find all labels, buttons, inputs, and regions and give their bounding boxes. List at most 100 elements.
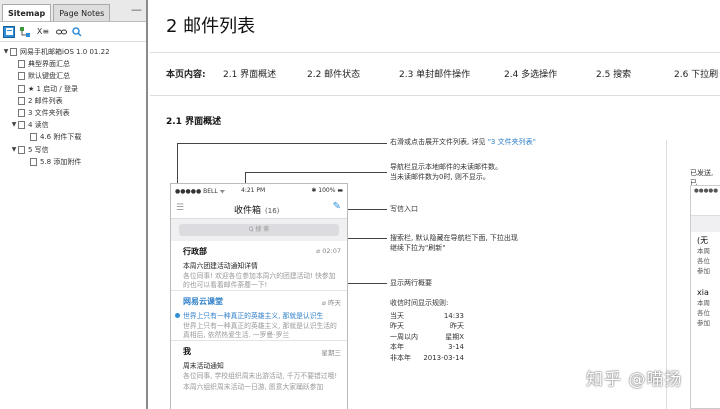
panel-tabs: Sitemap Page Notes — bbox=[0, 0, 146, 22]
attachment-icon: ⌀ bbox=[316, 247, 321, 255]
tree-node-label: 4 读信 bbox=[28, 121, 49, 130]
toggle-notes-button[interactable]: X≡ bbox=[35, 26, 51, 38]
expand-triangle-icon[interactable]: ▼ bbox=[10, 144, 18, 156]
menu-icon[interactable]: ☰ bbox=[176, 203, 186, 213]
nav-link-2-4[interactable]: 2.4 多选操作 bbox=[504, 67, 557, 80]
mail-subject: 周末活动通知 bbox=[183, 362, 224, 370]
unread-count: (16) bbox=[265, 207, 280, 215]
tree-node-label: 网易手机邮箱iOS 1.0 01.22 bbox=[20, 48, 110, 56]
prototype-viewer: Sitemap Page Notes — X≡ ▼ 网易手机邮箱iOS 1.0 0… bbox=[0, 0, 720, 409]
annotation-line bbox=[346, 209, 387, 210]
nav-link-2-2[interactable]: 2.2 邮件状态 bbox=[307, 67, 360, 80]
tree-node-label: ★ 1 启动 / 登录 bbox=[28, 84, 78, 93]
compose-icon[interactable]: ✎ bbox=[333, 201, 341, 212]
nav-link-2-6[interactable]: 2.6 下拉刷 bbox=[674, 67, 718, 80]
page-icon bbox=[30, 157, 37, 166]
tree-node-label: 默认键盘汇总 bbox=[28, 72, 70, 81]
tree-node-label: 5 写信 bbox=[28, 145, 49, 154]
tree-node[interactable]: 5.8 添加附件 bbox=[0, 156, 146, 168]
mail-item[interactable]: 我 星期三 周末活动通知 各位同事, 学校组织周末出游活动, 千万不要错过哦! … bbox=[171, 341, 347, 391]
time-rule-row: 一周以内 星期X bbox=[390, 332, 464, 341]
mail-preview: 各位同事, 学校组织周末出游活动, 千万不要错过哦! bbox=[183, 372, 338, 380]
page-icon bbox=[18, 84, 25, 93]
page-icon bbox=[10, 48, 17, 57]
mail-item[interactable]: 网易云课堂 ⌀ 昨天 世界上只有一种真正的英雄主义, 那就是认识生 世界上只有一… bbox=[171, 291, 347, 341]
time-rules-title: 收信时间显示规则: bbox=[390, 299, 449, 307]
contents-label: 本页内容: bbox=[166, 70, 206, 80]
page-icon bbox=[18, 60, 25, 69]
page-icon bbox=[18, 109, 25, 118]
tree-node[interactable]: ▼ 5 写信 bbox=[0, 144, 146, 156]
expand-triangle-icon[interactable]: ▼ bbox=[2, 46, 10, 58]
tree-node[interactable]: ▼ 4 读信 bbox=[0, 119, 146, 131]
annotation-line bbox=[177, 143, 387, 144]
tab-page-notes[interactable]: Page Notes bbox=[53, 4, 111, 21]
attachment-icon: ⌀ bbox=[322, 299, 326, 307]
annotation-search: 搜索栏, 默认隐藏在导航栏下面, 下拉出现 继续下拉为"刷新" bbox=[390, 233, 518, 253]
search-input[interactable]: Q 搜 索 bbox=[179, 224, 339, 236]
mail-item[interactable]: 行政部 ⌀ 02:07 本周六团建活动通知详情 各位同事! 欢迎各位参加本周六的… bbox=[171, 241, 347, 291]
mail-preview: 各位 bbox=[697, 309, 710, 317]
search-bar bbox=[691, 216, 720, 232]
annotation-line bbox=[346, 238, 387, 239]
status-time: 4:21 PM bbox=[241, 187, 266, 194]
phone-mockup-right: ●●●●● B (无 本周 各位 参加 xia 本周 各位 参加 bbox=[690, 185, 720, 409]
mail-sender: xia bbox=[697, 288, 709, 297]
page-icon bbox=[18, 72, 25, 81]
tree-node[interactable]: ▼ 网易手机邮箱iOS 1.0 01.22 bbox=[0, 46, 146, 58]
search-icon[interactable] bbox=[71, 26, 83, 38]
tree-icon[interactable] bbox=[19, 26, 31, 38]
tree-node[interactable]: 典型界面汇总 bbox=[0, 58, 146, 70]
tree-node[interactable]: 默认键盘汇总 bbox=[0, 70, 146, 82]
mail-subject: 本周 bbox=[697, 247, 710, 255]
watermark: 知乎 @喵扬 bbox=[586, 370, 683, 390]
annotation-unread-count: 导航栏显示本地邮件的未读邮件数。 当未读邮件数为0时, 则不显示。 bbox=[390, 162, 502, 182]
section-title: 2.1 界面概述 bbox=[166, 117, 222, 127]
mail-date: 星期三 bbox=[321, 349, 342, 357]
minus-icon[interactable]: — bbox=[131, 3, 142, 16]
unread-dot-icon bbox=[175, 313, 180, 318]
navbar bbox=[691, 196, 720, 216]
mail-date: ⌀ 昨天 bbox=[322, 299, 341, 307]
tree-node-label: 典型界面汇总 bbox=[28, 60, 70, 69]
nav-link-2-5[interactable]: 2.5 搜索 bbox=[596, 67, 631, 80]
tree-node[interactable]: ★ 1 启动 / 登录 bbox=[0, 83, 146, 95]
folder-list-link[interactable]: "3 文件夹列表" bbox=[488, 138, 536, 146]
annotation-text: 导航栏显示本地邮件的未读邮件数。 bbox=[390, 163, 502, 171]
link-icon[interactable] bbox=[55, 26, 67, 38]
annotation-text: 当未读邮件数为0时, 则不显示。 bbox=[390, 173, 490, 181]
sitemap-icon[interactable] bbox=[3, 25, 15, 38]
tree-node[interactable]: 4.6 附件下载 bbox=[0, 131, 146, 143]
inbox-title: 收件箱 (16) bbox=[234, 206, 280, 216]
mail-preview: 各位 bbox=[697, 257, 710, 265]
time-rule-row: 当天 14:33 bbox=[390, 311, 464, 320]
mail-sender: 网易云课堂 bbox=[183, 297, 223, 306]
annotation-folder-list: 右滑或点击展开文件列表, 详见 "3 文件夹列表" bbox=[390, 137, 536, 147]
annotation-line bbox=[346, 283, 387, 284]
tree-node[interactable]: 2 邮件列表 bbox=[0, 95, 146, 107]
mail-subject: 本周六团建活动通知详情 bbox=[183, 262, 258, 270]
mail-subject: 世界上只有一种真正的英雄主义, 那就是认识生 bbox=[183, 312, 324, 320]
annotation-preview: 显示两行概要 bbox=[390, 279, 432, 287]
status-bar: ●●●●● B bbox=[694, 188, 720, 194]
divider bbox=[150, 95, 720, 96]
annotation-text: 继续下拉为"刷新" bbox=[390, 244, 446, 252]
page-icon bbox=[18, 121, 25, 130]
sitemap-tree: ▼ 网易手机邮箱iOS 1.0 01.22 典型界面汇总 默认键盘汇总 ★ 1 启… bbox=[0, 42, 146, 168]
nav-link-2-3[interactable]: 2.3 单封邮件操作 bbox=[399, 67, 470, 80]
sitemap-panel: Sitemap Page Notes — X≡ ▼ 网易手机邮箱iOS 1.0 0… bbox=[0, 0, 148, 409]
carrier-signal: ●●●●● BELL ᯤ bbox=[175, 187, 226, 195]
page-title: 2 邮件列表 bbox=[166, 16, 256, 37]
expand-triangle-icon[interactable]: ▼ bbox=[10, 119, 18, 131]
status-bar: ●●●●● BELL ᯤ 4:21 PM ✱ 100% ▬ bbox=[171, 184, 347, 197]
annotation-compose: 写信入口 bbox=[390, 205, 418, 213]
tree-node[interactable]: 3 文件夹列表 bbox=[0, 107, 146, 119]
annotation-text: 右滑或点击展开文件列表, 详见 bbox=[390, 138, 488, 146]
battery-indicator: ✱ 100% ▬ bbox=[311, 187, 343, 194]
nav-link-2-1[interactable]: 2.1 界面概述 bbox=[223, 67, 276, 80]
mail-date: ⌀ 02:07 bbox=[316, 247, 341, 255]
tab-sitemap[interactable]: Sitemap bbox=[2, 4, 52, 21]
phone-mockup: ●●●●● BELL ᯤ 4:21 PM ✱ 100% ▬ ☰ 收件箱 (16) … bbox=[170, 183, 348, 409]
time-rule-row: 昨天 昨天 bbox=[390, 322, 464, 330]
annotation-text: 搜索栏, 默认隐藏在导航栏下面, 下拉出现 bbox=[390, 234, 518, 242]
